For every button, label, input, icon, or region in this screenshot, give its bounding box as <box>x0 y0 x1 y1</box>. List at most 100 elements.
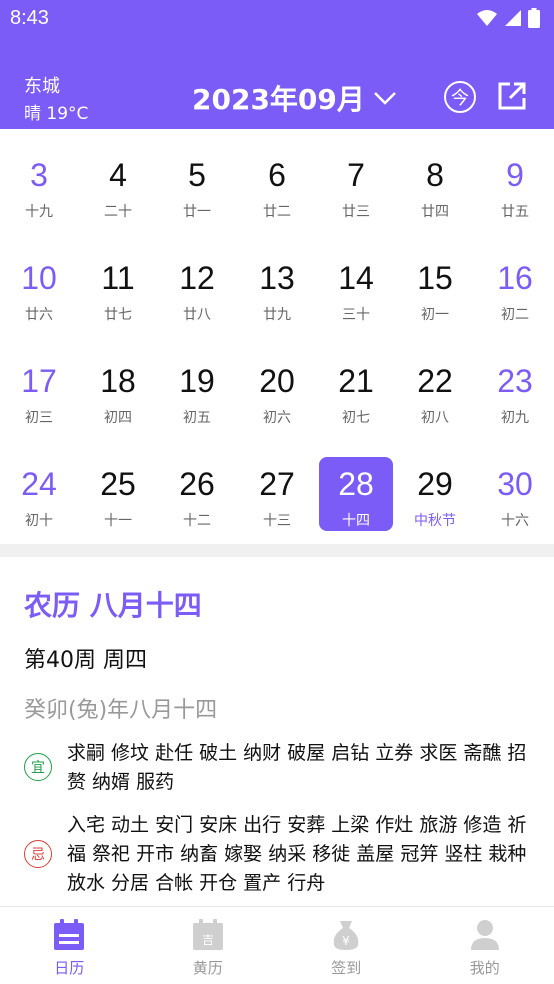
today-button[interactable]: 今 <box>444 81 476 113</box>
nav-item-checkin[interactable]: ¥ 签到 <box>277 907 416 984</box>
calendar-day[interactable]: 19 初五 <box>160 354 234 428</box>
lunar-day: 初六 <box>263 410 291 426</box>
nav-item-calendar[interactable]: 日历 <box>0 907 139 984</box>
lunar-day: 廿九 <box>263 307 291 323</box>
calendar-day[interactable]: 26 十二 <box>160 457 234 531</box>
calendar-day[interactable]: 15 初一 <box>398 251 472 325</box>
calendar-day[interactable]: 23 初九 <box>478 354 552 428</box>
day-number: 7 <box>347 157 365 193</box>
lunar-day: 廿五 <box>501 204 529 220</box>
day-number: 30 <box>497 466 533 502</box>
day-number: 25 <box>100 466 136 502</box>
nav-label-calendar: 日历 <box>54 959 85 977</box>
lunar-day: 初八 <box>421 410 449 426</box>
week-info: 第40周 周四 <box>24 648 147 673</box>
nav-label-profile: 我的 <box>469 959 500 977</box>
lunar-day: 初四 <box>104 410 132 426</box>
lunar-day: 十二 <box>183 513 211 529</box>
lunar-day: 初九 <box>501 410 529 426</box>
calendar-day[interactable]: 25 十一 <box>81 457 155 531</box>
day-number: 27 <box>259 466 295 502</box>
day-number: 17 <box>21 363 57 399</box>
lunar-day: 初一 <box>421 307 449 323</box>
nav-item-almanac[interactable]: 吉 黄历 <box>139 907 278 984</box>
lunar-day: 二十 <box>104 204 132 220</box>
month-title: 2023年09月 <box>192 83 365 116</box>
wifi-icon <box>477 10 497 26</box>
calendar-day[interactable]: 18 初四 <box>81 354 155 428</box>
lunar-day: 十四 <box>342 513 370 529</box>
calendar-day[interactable]: 14 三十 <box>319 251 393 325</box>
battery-icon <box>528 8 540 28</box>
day-number: 29 <box>417 466 453 502</box>
lunar-day: 十六 <box>501 513 529 529</box>
day-number: 28 <box>338 466 374 502</box>
calendar-day[interactable]: 22 初八 <box>398 354 472 428</box>
nav-label-checkin: 签到 <box>331 959 362 977</box>
calendar-day[interactable]: 11 廿七 <box>81 251 155 325</box>
lunar-day: 廿二 <box>263 204 291 220</box>
calendar-day[interactable]: 10 廿六 <box>2 251 76 325</box>
ji-badge: 忌 <box>24 840 52 868</box>
day-number: 20 <box>259 363 295 399</box>
day-number: 11 <box>101 260 135 296</box>
money-bag-icon: ¥ <box>333 921 359 950</box>
day-number: 15 <box>417 260 453 296</box>
calendar-day[interactable]: 3 十九 <box>2 148 76 222</box>
day-number: 22 <box>417 363 453 399</box>
day-number: 8 <box>426 157 444 193</box>
section-divider <box>0 544 554 557</box>
day-number: 18 <box>100 363 136 399</box>
lunar-day: 十一 <box>104 513 132 529</box>
lunar-day: 三十 <box>342 307 370 323</box>
calendar-day[interactable]: 17 初三 <box>2 354 76 428</box>
day-number: 9 <box>506 157 524 193</box>
lunar-day: 廿七 <box>104 307 132 323</box>
lunar-day: 初十 <box>25 513 53 529</box>
calendar-day[interactable]: 6 廿二 <box>240 148 314 222</box>
lunar-day: 廿六 <box>25 307 53 323</box>
calendar-day[interactable]: 12 廿八 <box>160 251 234 325</box>
calendar-day[interactable]: 21 初七 <box>319 354 393 428</box>
svg-text:¥: ¥ <box>342 934 350 948</box>
lunar-day: 初五 <box>183 410 211 426</box>
lunar-day: 廿三 <box>342 204 370 220</box>
day-number: 6 <box>268 157 286 193</box>
day-number: 4 <box>109 157 127 193</box>
calendar-day[interactable]: 30 十六 <box>478 457 552 531</box>
calendar-day[interactable]: 5 廿一 <box>160 148 234 222</box>
day-number: 10 <box>21 260 57 296</box>
nav-item-profile[interactable]: 我的 <box>416 907 554 984</box>
day-number: 19 <box>179 363 215 399</box>
lunar-day: 十九 <box>25 204 53 220</box>
calendar-day[interactable]: 29 中秋节 <box>398 457 472 531</box>
calendar-day[interactable]: 7 廿三 <box>319 148 393 222</box>
calendar-day[interactable]: 28 十四 <box>319 457 393 531</box>
bottom-nav: 日历 吉 黄历 ¥ 签到 我的 <box>0 906 554 984</box>
day-number: 12 <box>179 260 215 296</box>
svg-text:吉: 吉 <box>202 933 214 947</box>
yi-badge: 宜 <box>24 753 52 781</box>
location-label[interactable]: 东城 <box>24 72 60 98</box>
calendar-day[interactable]: 27 十三 <box>240 457 314 531</box>
lunar-day: 初三 <box>25 410 53 426</box>
calendar-day[interactable]: 8 廿四 <box>398 148 472 222</box>
lunar-day: 廿四 <box>421 204 449 220</box>
day-number: 23 <box>497 363 533 399</box>
calendar-day[interactable]: 24 初十 <box>2 457 76 531</box>
month-picker[interactable]: 2023年09月 <box>192 78 397 118</box>
calendar-day[interactable]: 13 廿九 <box>240 251 314 325</box>
lunar-day: 初七 <box>342 410 370 426</box>
app-header: 8:43 东城 晴 19°C 2023年09月 今 <box>0 0 554 129</box>
chevron-down-icon <box>374 92 396 105</box>
calendar-day[interactable]: 9 廿五 <box>478 148 552 222</box>
calendar-day[interactable]: 4 二十 <box>81 148 155 222</box>
lunar-day: 廿一 <box>183 204 211 220</box>
lunar-day: 十三 <box>263 513 291 529</box>
calendar-day[interactable]: 20 初六 <box>240 354 314 428</box>
status-time: 8:43 <box>10 7 49 29</box>
profile-icon <box>470 920 499 950</box>
calendar-day[interactable]: 16 初二 <box>478 251 552 325</box>
almanac-icon: 吉 <box>192 919 223 950</box>
share-icon[interactable] <box>496 80 528 112</box>
